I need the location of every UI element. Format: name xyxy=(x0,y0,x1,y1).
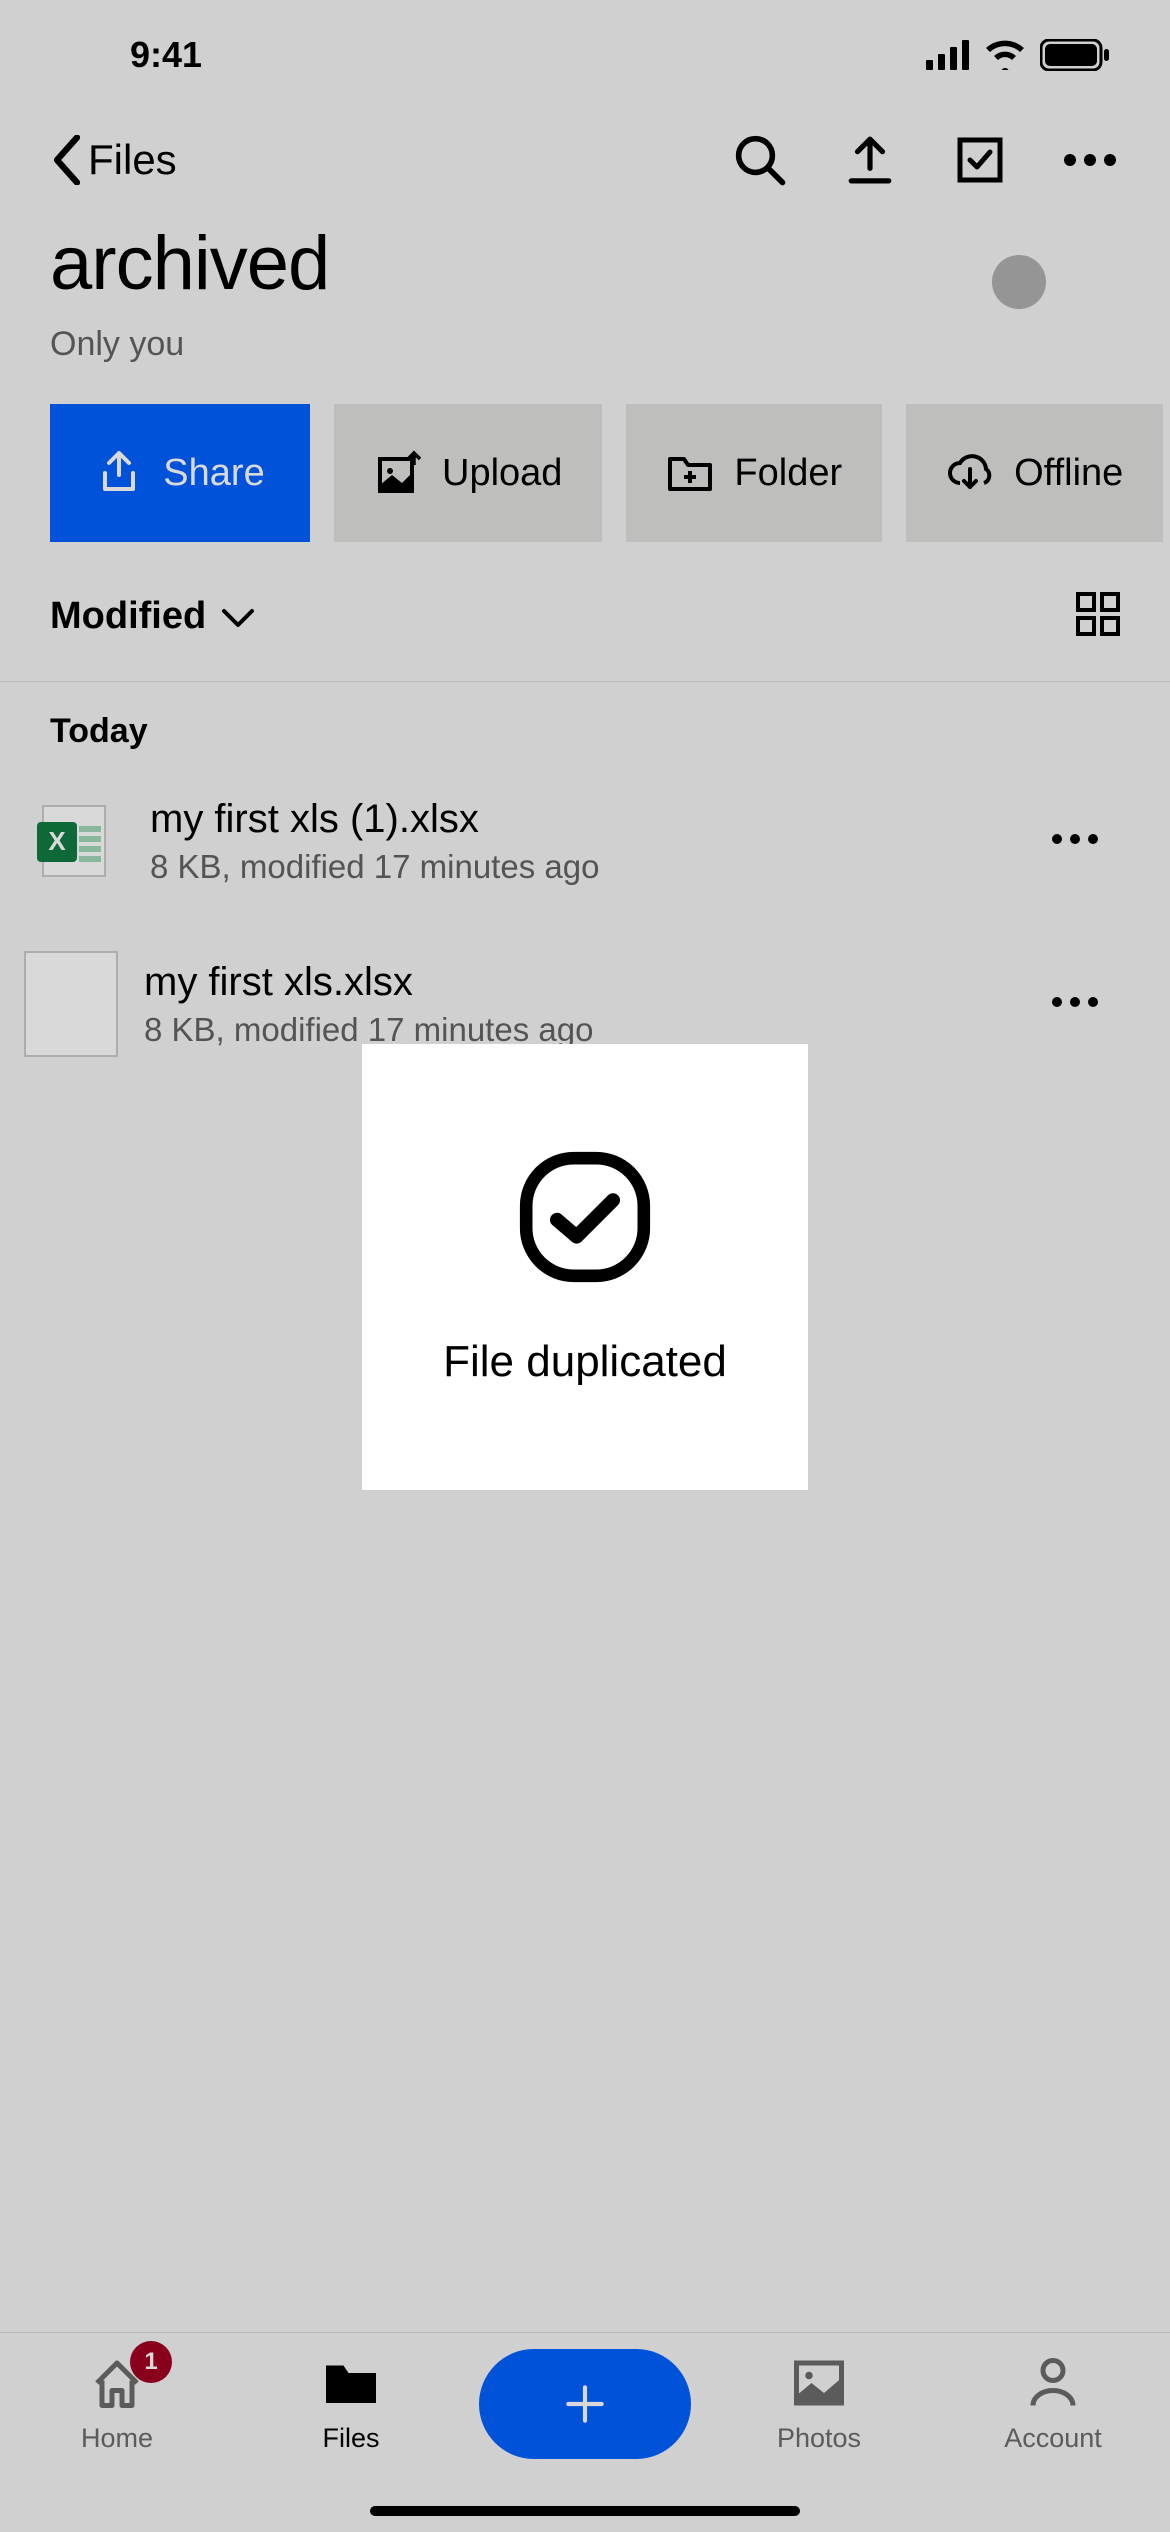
touch-indicator xyxy=(992,255,1046,309)
toast-dialog: File duplicated xyxy=(362,1044,808,1490)
toast-message: File duplicated xyxy=(443,1337,727,1387)
success-check-icon xyxy=(515,1147,655,1287)
